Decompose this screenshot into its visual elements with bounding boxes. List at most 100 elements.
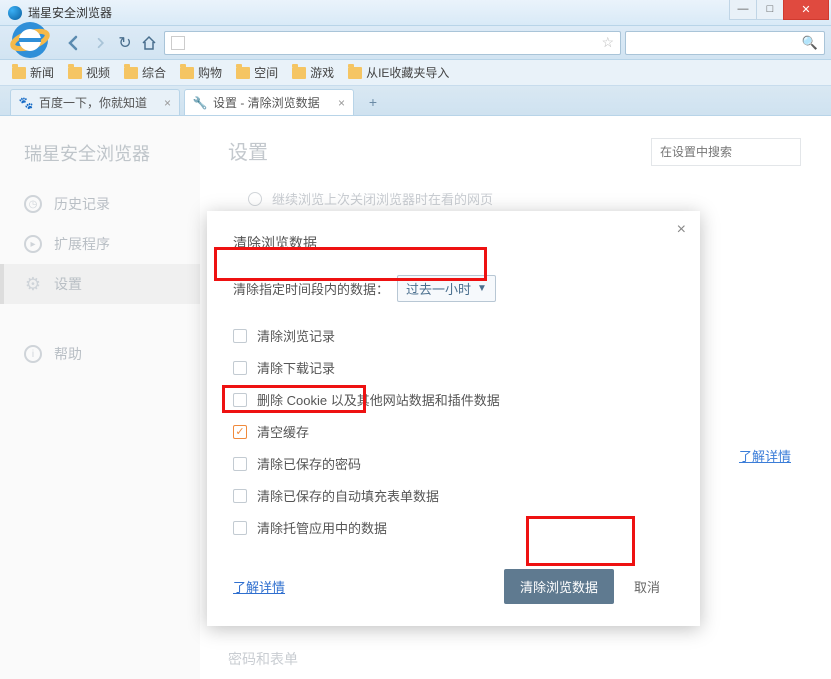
bookmark-label: 游戏 (310, 64, 334, 81)
bookmark-label: 视频 (86, 64, 110, 81)
settings-search-input[interactable] (651, 138, 801, 166)
address-bar[interactable]: ☆ (164, 31, 621, 55)
password-section-label: 密码和表单 (228, 649, 803, 669)
sidebar-item-label: 扩展程序 (54, 234, 110, 254)
modal-title: 清除浏览数据 (233, 233, 674, 253)
option-label: 清除托管应用中的数据 (257, 518, 387, 537)
content-area: 瑞星安全浏览器 ◷历史记录 ▸ 扩展程序 ⚙ 设置 i 帮助 设置 继续浏览上次关闭浏… (0, 116, 831, 679)
option-label: 清除已保存的自动填充表单数据 (257, 486, 439, 505)
bookmark-item[interactable]: 视频 (68, 64, 110, 81)
window-controls: — □ ✕ (730, 0, 829, 20)
folder-icon (124, 67, 138, 79)
sidebar-item-extensions[interactable]: ▸ 扩展程序 (0, 224, 200, 264)
tab-close-icon[interactable]: × (156, 96, 171, 110)
app-title: 瑞星安全浏览器 (28, 4, 730, 21)
bookmark-item[interactable]: 购物 (180, 64, 222, 81)
clear-data-button[interactable]: 清除浏览数据 (504, 569, 614, 604)
option-label: 清空缓存 (257, 422, 309, 441)
time-range-row: 清除指定时间段内的数据： 过去一小时 ▼ (233, 269, 674, 308)
bookmark-item[interactable]: 空间 (236, 64, 278, 81)
sidebar-item-help[interactable]: i 帮助 (0, 334, 200, 374)
folder-icon (68, 67, 82, 79)
tab-baidu[interactable]: 🐾 百度一下，你就知道 × (10, 89, 180, 115)
checkbox-icon[interactable] (233, 489, 247, 503)
page-heading: 设置 (228, 136, 268, 165)
titlebar: 瑞星安全浏览器 — □ ✕ (0, 0, 831, 26)
page-icon (171, 36, 185, 50)
learn-more-link[interactable]: 了解详情 (233, 577, 285, 596)
learn-more-link[interactable]: 了解详情 (739, 446, 791, 465)
favorite-star-icon[interactable]: ☆ (601, 34, 614, 51)
checkbox-icon[interactable]: ✓ (233, 425, 247, 439)
sidebar-item-label: 设置 (54, 274, 82, 294)
checkbox-icon[interactable] (233, 457, 247, 471)
bookmark-item[interactable]: 游戏 (292, 64, 334, 81)
sidebar: 瑞星安全浏览器 ◷历史记录 ▸ 扩展程序 ⚙ 设置 i 帮助 (0, 116, 200, 679)
puzzle-icon: ▸ (24, 235, 42, 253)
option-hosted-apps[interactable]: 清除托管应用中的数据 (233, 514, 674, 541)
sidebar-item-label: 历史记录 (54, 194, 110, 214)
startup-option-row[interactable]: 继续浏览上次关闭浏览器时在看的网页 (248, 189, 803, 208)
checkbox-icon[interactable] (233, 361, 247, 375)
forward-button[interactable] (88, 31, 112, 55)
new-tab-button[interactable]: + (360, 91, 386, 113)
checkbox-icon[interactable] (233, 521, 247, 535)
tab-label: 设置 - 清除浏览数据 (213, 94, 320, 111)
search-input[interactable] (632, 36, 802, 50)
address-input[interactable] (191, 36, 595, 50)
clear-data-modal: × 清除浏览数据 清除指定时间段内的数据： 过去一小时 ▼ 清除浏览记录 清除下… (207, 211, 700, 626)
gear-icon: ⚙ (24, 275, 42, 293)
option-cache[interactable]: ✓ 清空缓存 (233, 418, 674, 445)
back-button[interactable] (62, 31, 86, 55)
bookmark-item[interactable]: 新闻 (12, 64, 54, 81)
bookmark-item[interactable]: 从IE收藏夹导入 (348, 64, 449, 81)
option-cookies[interactable]: 删除 Cookie 以及其他网站数据和插件数据 (233, 386, 674, 413)
modal-footer: 了解详情 清除浏览数据 取消 (233, 569, 674, 604)
search-icon[interactable]: 🔍 (802, 35, 818, 51)
refresh-button[interactable]: ↻ (114, 32, 136, 54)
minimize-button[interactable]: — (729, 0, 757, 20)
time-range-dropdown[interactable]: 过去一小时 ▼ (397, 275, 496, 302)
tab-close-icon[interactable]: × (330, 96, 345, 110)
wrench-icon: 🔧 (193, 96, 207, 110)
checkbox-icon[interactable] (233, 393, 247, 407)
tab-strip: 🐾 百度一下，你就知道 × 🔧 设置 - 清除浏览数据 × + (0, 86, 831, 116)
folder-icon (12, 67, 26, 79)
sidebar-title: 瑞星安全浏览器 (0, 130, 200, 184)
bookmark-label: 新闻 (30, 64, 54, 81)
sidebar-item-history[interactable]: ◷历史记录 (0, 184, 200, 224)
option-label: 清除已保存的密码 (257, 454, 361, 473)
checkbox-icon[interactable] (233, 329, 247, 343)
home-button[interactable] (138, 32, 160, 54)
cancel-button[interactable]: 取消 (620, 569, 674, 604)
time-range-label: 清除指定时间段内的数据： (233, 279, 389, 298)
bookmark-label: 购物 (198, 64, 222, 81)
toolbar: ↻ ☆ 🔍 (0, 26, 831, 60)
bookmark-label: 空间 (254, 64, 278, 81)
close-button[interactable]: ✕ (783, 0, 829, 20)
sidebar-item-settings[interactable]: ⚙ 设置 (0, 264, 200, 304)
info-icon: i (24, 345, 42, 363)
option-browsing-history[interactable]: 清除浏览记录 (233, 322, 674, 349)
modal-close-icon[interactable]: × (677, 221, 686, 239)
sidebar-item-label: 帮助 (54, 344, 82, 364)
option-label: 继续浏览上次关闭浏览器时在看的网页 (272, 189, 493, 208)
bookmarks-bar: 新闻 视频 综合 购物 空间 游戏 从IE收藏夹导入 (0, 60, 831, 86)
folder-icon (236, 67, 250, 79)
option-download-history[interactable]: 清除下载记录 (233, 354, 674, 381)
search-bar[interactable]: 🔍 (625, 31, 825, 55)
folder-icon (180, 67, 194, 79)
chevron-down-icon: ▼ (477, 283, 487, 294)
bookmark-label: 从IE收藏夹导入 (366, 64, 449, 81)
option-passwords[interactable]: 清除已保存的密码 (233, 450, 674, 477)
folder-icon (348, 67, 362, 79)
option-label: 清除浏览记录 (257, 326, 335, 345)
tab-settings[interactable]: 🔧 设置 - 清除浏览数据 × (184, 89, 354, 115)
baidu-paw-icon: 🐾 (19, 96, 33, 110)
maximize-button[interactable]: □ (756, 0, 784, 20)
radio-icon[interactable] (248, 192, 262, 206)
bookmark-label: 综合 (142, 64, 166, 81)
option-label: 删除 Cookie 以及其他网站数据和插件数据 (257, 390, 500, 409)
bookmark-item[interactable]: 综合 (124, 64, 166, 81)
option-autofill[interactable]: 清除已保存的自动填充表单数据 (233, 482, 674, 509)
